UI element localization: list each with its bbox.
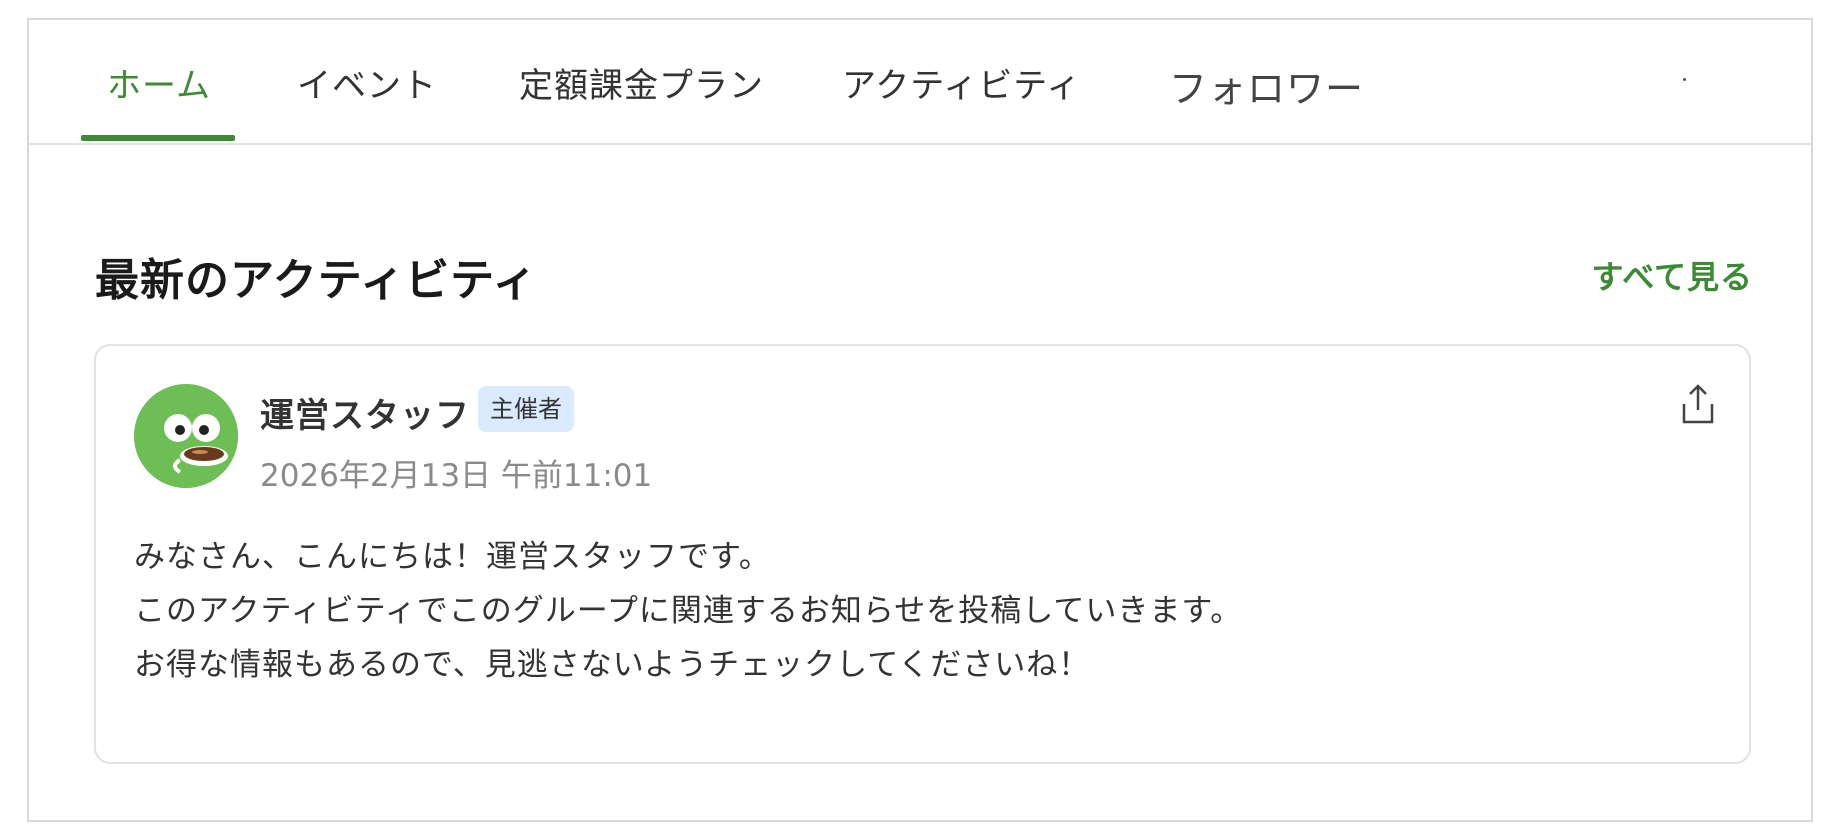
activity-card[interactable]: 運営スタッフ 主催者 2026年2月13日 午前11:01 みなさん、こんにちは… <box>94 344 1751 764</box>
author-name: 運営スタッフ <box>260 396 470 436</box>
tab-home[interactable]: ホーム <box>107 58 211 107</box>
tab-activity[interactable]: アクティビティ <box>842 58 1081 107</box>
mascot-icon <box>134 384 238 488</box>
active-tab-indicator <box>81 135 235 141</box>
avatar[interactable] <box>134 384 238 488</box>
tab-follower[interactable]: フォロワー <box>1169 58 1364 113</box>
share-icon[interactable] <box>1678 382 1718 426</box>
post-body: みなさん、こんにちは！運営スタッフです。 このアクティビティでこのグループに関連… <box>134 530 1242 692</box>
tab-subscription-plan[interactable]: 定額課金プラン <box>519 58 764 107</box>
page-frame: ホーム イベント 定額課金プラン アクティビティ フォロワー 最新のアクティビテ… <box>27 18 1813 822</box>
post-line: みなさん、こんにちは！運営スタッフです。 <box>134 539 771 575</box>
more-dot-icon <box>1683 78 1686 81</box>
tab-bar: ホーム イベント 定額課金プラン アクティビティ フォロワー <box>29 20 1811 145</box>
organizer-badge: 主催者 <box>478 386 574 432</box>
post-timestamp: 2026年2月13日 午前11:01 <box>260 458 653 494</box>
see-all-link[interactable]: すべて見る <box>1592 252 1753 298</box>
post-line: お得な情報もあるので、見逃さないようチェックしてくださいね！ <box>134 647 1091 683</box>
post-line: このアクティビティでこのグループに関連するお知らせを投稿していきます。 <box>134 593 1243 629</box>
section-title: 最新のアクティビティ <box>95 255 538 306</box>
tab-event[interactable]: イベント <box>297 58 437 107</box>
